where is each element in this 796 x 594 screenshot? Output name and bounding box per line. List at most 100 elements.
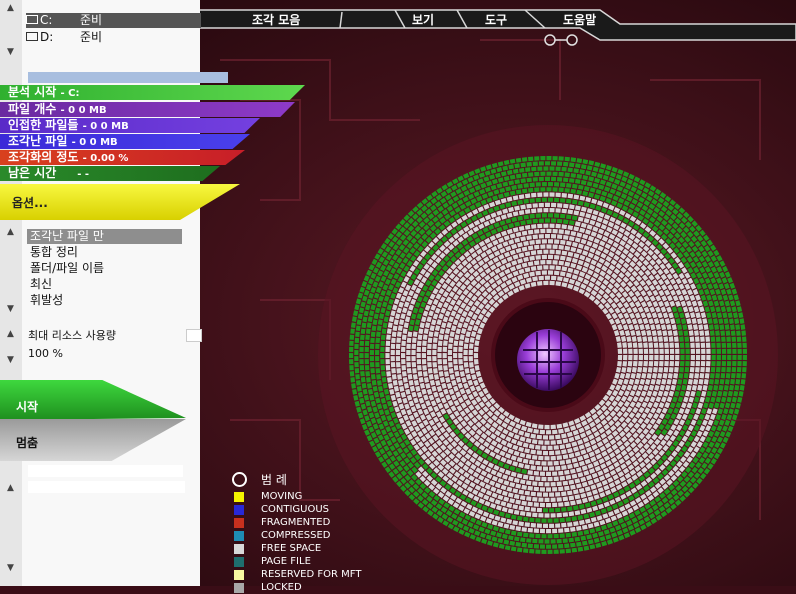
resource-up-arrow[interactable]: ▲ <box>7 330 14 339</box>
disk-cluster <box>576 158 583 164</box>
disk-cluster <box>530 491 536 497</box>
disk-cluster <box>541 213 547 218</box>
disk-cluster <box>380 340 385 346</box>
disk-cluster <box>563 203 569 209</box>
menu-tools[interactable]: 도구 <box>485 11 507 28</box>
disk-cluster <box>523 548 529 553</box>
degree-value: - 0.00 % <box>82 153 129 164</box>
disk-cluster <box>531 439 538 445</box>
disk-cluster <box>679 342 685 348</box>
disk-cluster <box>562 538 568 543</box>
disk-cluster <box>411 362 417 368</box>
menu-view[interactable]: 보기 <box>412 11 434 28</box>
start-button[interactable]: 시작 <box>0 380 186 420</box>
disk-cluster <box>447 356 453 362</box>
disk-cluster <box>365 334 370 340</box>
disk-cluster <box>564 188 570 193</box>
disk-cluster <box>730 378 735 385</box>
disk-cluster <box>695 348 701 354</box>
lower-scroll-down-arrow[interactable]: ▼ <box>7 564 14 573</box>
mode-folder-file-name[interactable]: 폴더/파일 이름 <box>30 261 104 276</box>
menu-help[interactable]: 도움말 <box>563 11 596 28</box>
options-scroll-up-arrow[interactable]: ▲ <box>7 228 14 237</box>
disk-cluster <box>427 349 432 355</box>
disk-cluster <box>517 199 523 205</box>
disk-cluster <box>535 533 541 539</box>
disk-cluster <box>534 187 540 192</box>
disk-cluster <box>371 380 377 386</box>
disk-cluster <box>552 502 558 508</box>
menu-defrag[interactable]: 조각 모음 <box>252 11 300 28</box>
disk-cluster <box>548 182 554 187</box>
disk-cluster <box>526 203 532 209</box>
disk-cluster <box>541 518 547 523</box>
disk-cluster <box>548 213 554 218</box>
disk-cluster <box>395 343 401 349</box>
disk-cluster <box>551 275 557 281</box>
disk-cluster <box>352 389 358 395</box>
mode-fragmented-only[interactable]: 조각난 파일 만 <box>27 229 182 244</box>
disk-cluster <box>458 346 463 352</box>
disk-cluster <box>540 228 546 234</box>
disk-cluster <box>552 487 558 492</box>
disk-cluster <box>443 334 449 340</box>
options-scroll-down-arrow[interactable]: ▼ <box>7 305 14 314</box>
disk-cluster <box>442 346 448 352</box>
disk-cluster <box>683 330 689 336</box>
disk-cluster <box>417 365 422 371</box>
disk-cluster <box>561 522 567 528</box>
resource-down-arrow[interactable]: ▼ <box>7 356 14 365</box>
disk-cluster <box>521 542 527 548</box>
disk-cluster <box>570 542 576 548</box>
disk-cluster <box>514 179 520 185</box>
lower-scroll-up-arrow[interactable]: ▲ <box>7 484 14 493</box>
left-panel: ▲ ▼ ▲ ▼ ▲ ▼ ▲ ▼ C: 준비 D: 준비 분석 시작 - C: 파일 … <box>0 0 305 586</box>
file-count-label: 파일 개수 <box>8 102 57 116</box>
disk-cluster <box>359 365 365 371</box>
disk-cluster <box>518 210 525 216</box>
disk-cluster <box>557 177 563 182</box>
disk-cluster <box>548 197 554 202</box>
disk-cluster <box>723 318 729 324</box>
degree-banner: 조각화의 정도 - 0.00 % <box>0 150 245 165</box>
disk-cluster <box>653 361 659 367</box>
disk-cluster <box>375 343 380 349</box>
stop-button[interactable]: 멈춤 <box>0 419 186 461</box>
disk-cluster <box>689 373 694 379</box>
disk-cluster <box>536 450 542 455</box>
disk-cluster <box>694 336 700 342</box>
disk-cluster <box>683 373 689 379</box>
disk-cluster <box>703 324 709 330</box>
scroll-up-arrow[interactable]: ▲ <box>7 4 14 13</box>
drive-status: 준비 <box>80 30 103 44</box>
disk-cluster <box>448 343 453 349</box>
disk-cluster <box>359 359 364 365</box>
disk-cluster <box>391 331 397 337</box>
legend-title: 범 례 <box>261 473 287 487</box>
disk-cluster <box>672 330 678 336</box>
scroll-down-arrow[interactable]: ▼ <box>7 48 14 57</box>
disk-cluster <box>401 371 407 377</box>
legend-label: RESERVED FOR MFT <box>261 569 362 580</box>
disk-cluster <box>714 324 720 330</box>
analysis-banner[interactable]: 분석 시작 - C: <box>0 85 305 100</box>
disk-cluster <box>527 485 533 491</box>
disk-cluster <box>701 355 706 361</box>
disk-cluster <box>402 377 408 383</box>
drive-item-c[interactable]: C: 준비 <box>26 13 201 28</box>
drive-item-d[interactable]: D: 준비 <box>26 30 102 45</box>
disk-cluster <box>390 343 396 349</box>
disk-cluster <box>561 208 567 214</box>
resource-spinner[interactable] <box>186 329 202 342</box>
disk-cluster <box>349 371 355 377</box>
disk-cluster <box>544 176 550 181</box>
disk-cluster <box>727 348 732 354</box>
mode-consolidate[interactable]: 통합 정리 <box>30 245 78 260</box>
disk-cluster <box>360 328 366 334</box>
disk-cluster <box>558 171 564 177</box>
disk-cluster <box>463 356 468 362</box>
mode-volatility[interactable]: 휘발성 <box>30 293 63 308</box>
disk-cluster <box>549 249 555 254</box>
mode-recency[interactable]: 최신 <box>30 277 52 292</box>
disk-cluster <box>557 218 563 224</box>
